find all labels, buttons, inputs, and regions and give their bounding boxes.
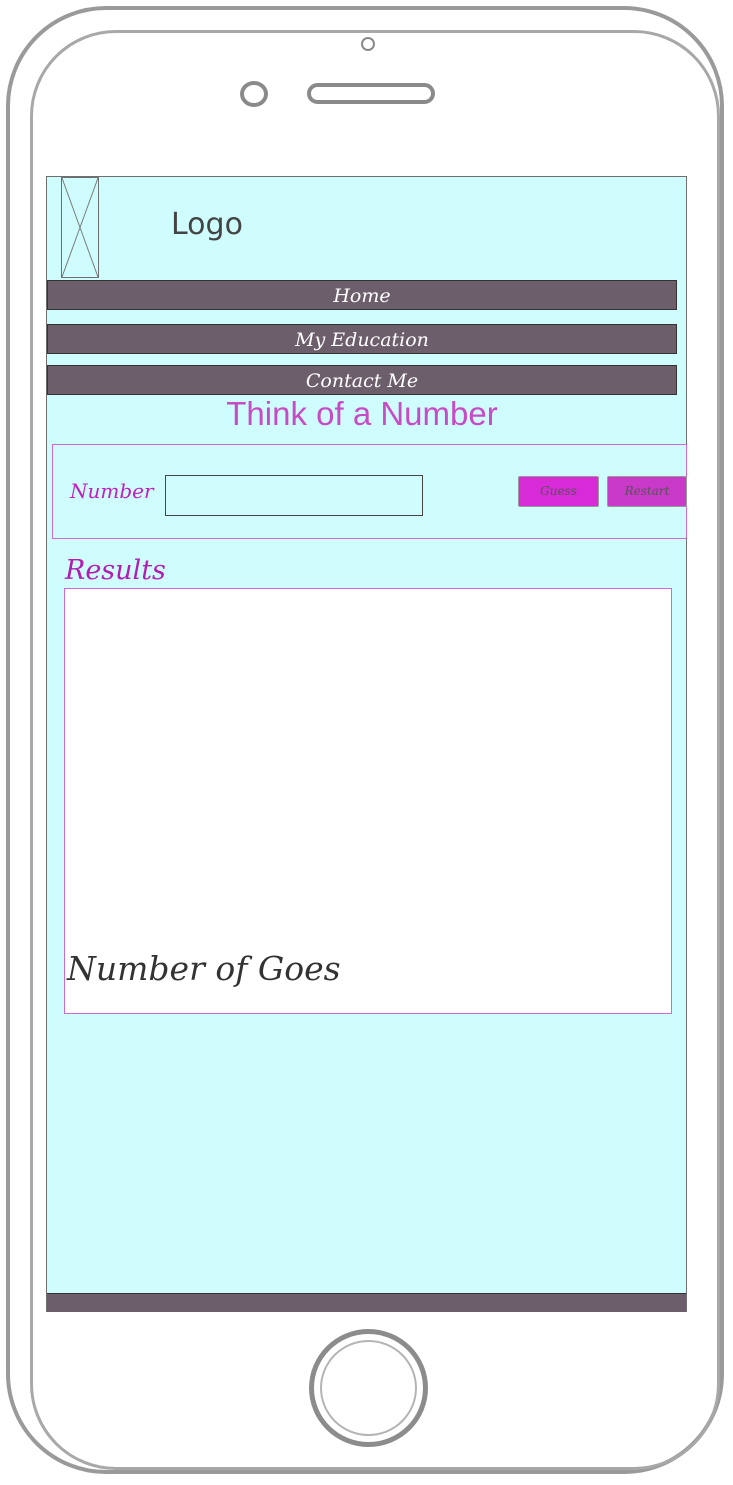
- logo-text: Logo: [171, 207, 243, 242]
- earpiece-speaker: [307, 83, 435, 104]
- restart-button[interactable]: Restart: [607, 476, 687, 507]
- guess-form: Number Guess Restart: [52, 444, 687, 539]
- results-panel: Number of Goes: [64, 588, 672, 1014]
- number-of-goes-label: Number of Goes: [67, 949, 341, 988]
- home-button[interactable]: [309, 1329, 428, 1447]
- page-title: Think of a Number: [226, 395, 498, 432]
- front-camera: [361, 37, 375, 51]
- footer-bar: [47, 1293, 686, 1312]
- nav-item-my-education[interactable]: My Education: [47, 324, 677, 354]
- logo-image-placeholder: [61, 177, 99, 278]
- proximity-sensor: [240, 81, 268, 107]
- image-placeholder-icon: [62, 178, 98, 277]
- nav-item-contact-me[interactable]: Contact Me: [47, 365, 677, 395]
- results-heading: Results: [65, 555, 166, 586]
- guess-button[interactable]: Guess: [518, 476, 599, 507]
- nav-item-home[interactable]: Home: [47, 280, 677, 310]
- home-button-ring: [320, 1340, 417, 1436]
- number-label: Number: [70, 479, 154, 503]
- app-screen: Logo Home My Education Contact Me Think …: [46, 176, 687, 1312]
- number-input[interactable]: [165, 475, 423, 516]
